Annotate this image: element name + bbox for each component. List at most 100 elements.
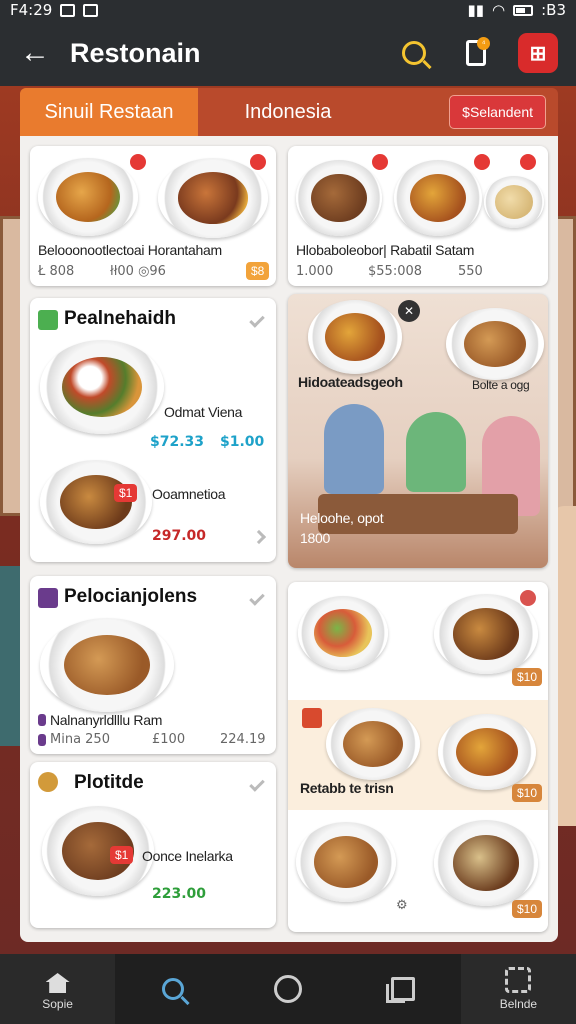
dish-price: 297.00 <box>152 528 207 544</box>
dish-image <box>298 596 388 670</box>
nav-search[interactable] <box>115 954 230 1024</box>
promo-illustration-card[interactable]: ✕ Hidoateadsgeoh Bolte a ogg Heloohe, op… <box>288 294 548 568</box>
illustration-caption: 1800 <box>300 530 330 546</box>
search-icon <box>402 41 426 65</box>
check-icon[interactable] <box>249 312 265 328</box>
signal-icon: ▮▮ <box>467 1 485 19</box>
dish-image <box>394 160 482 236</box>
status-time: F4:29 <box>10 1 53 19</box>
favorite-icon[interactable] <box>128 152 148 172</box>
notification-icon <box>60 3 76 17</box>
app-logo-icon: ⊞ <box>529 42 547 65</box>
dish-image <box>326 708 420 780</box>
app-menu-button[interactable]: ⊞ <box>518 33 558 73</box>
card-title: Belooonootlectoai Horantaham <box>38 242 222 258</box>
dish-name: Ooamnetioa <box>152 486 226 502</box>
battery-icon <box>513 4 534 16</box>
page-title: Restonain <box>70 37 201 68</box>
dish-meta: 224.19 <box>220 732 266 747</box>
dish-image <box>484 176 544 228</box>
person-illustration <box>324 404 384 494</box>
favorite-icon[interactable] <box>518 152 538 172</box>
promo-badge: $1 <box>114 484 138 502</box>
battery-text: :B3 <box>541 1 566 19</box>
dish-image <box>434 820 538 906</box>
check-icon[interactable] <box>249 776 265 792</box>
back-arrow-icon: ← <box>20 36 50 69</box>
close-icon[interactable]: ✕ <box>398 300 420 322</box>
filter-select-button[interactable]: $Selandent <box>449 95 546 129</box>
dish-price: 223.00 <box>152 886 207 902</box>
card-meta: 550 <box>458 264 483 279</box>
section-title: Pelocianjolens <box>64 586 198 607</box>
tab-strip: Sinuil Restaan Indonesia $Selandent <box>20 88 558 136</box>
nav-label: Belnde <box>499 997 538 1011</box>
price-tag: $10 <box>512 784 543 802</box>
section-icon <box>38 772 58 792</box>
phone-notification-button[interactable]: ⁴ <box>456 33 496 73</box>
bullet-icon <box>38 714 46 726</box>
person-illustration <box>406 412 466 492</box>
search-button[interactable] <box>394 33 434 73</box>
illustration-caption: Hidoateadsgeoh <box>298 374 403 390</box>
dish-name: Oonce Inelarka <box>142 848 233 864</box>
illustration-caption: Heloohe, opot <box>300 510 384 526</box>
favorite-icon[interactable] <box>248 152 268 172</box>
bottom-navigation: Sopie Belnde <box>0 954 576 1024</box>
dish-meta: £100 <box>152 732 186 747</box>
check-icon[interactable] <box>249 590 265 606</box>
dish-name: Nalnanyrldlllu Ram <box>50 712 163 728</box>
price-tag: $10 <box>512 668 543 686</box>
app-bar: ← Restonain ⁴ ⊞ <box>0 20 576 86</box>
nav-home[interactable]: Sopie <box>0 954 116 1024</box>
dish-image <box>40 340 164 434</box>
nav-chat[interactable] <box>230 954 345 1024</box>
restaurant-card[interactable]: Hlobaboleobor| Rabatil Satam 1.000 $55:0… <box>288 146 548 286</box>
favorite-icon[interactable] <box>370 152 390 172</box>
price-tag: $10 <box>512 900 543 918</box>
copy-icon <box>386 977 416 1003</box>
chevron-right-icon[interactable] <box>251 529 267 545</box>
favorite-icon[interactable] <box>472 152 492 172</box>
dish-meta: Mina 250 <box>50 732 110 747</box>
section-title: Plotitde <box>74 772 144 793</box>
section-title: Pealnehaidh <box>64 308 176 329</box>
dish-image <box>40 460 152 544</box>
dish-image <box>42 806 154 896</box>
nav-copy[interactable] <box>346 954 461 1024</box>
favorite-icon[interactable] <box>518 588 538 608</box>
dish-gallery-card[interactable]: $10 Retabb te trisn $10 ⚙ $10 <box>288 582 548 932</box>
tab-indonesia[interactable]: Indonesia <box>198 88 378 136</box>
back-button[interactable]: ← <box>0 20 70 86</box>
bullet-icon <box>38 734 46 746</box>
menu-section-card[interactable]: Pealnehaidh Odmat Viena $72.33 $1.00 $1 … <box>30 298 276 562</box>
restaurant-card[interactable]: Belooonootlectoai Horantaham Ł 808 łł00 … <box>30 146 276 286</box>
grid-icon <box>505 967 532 993</box>
dish-name: Retabb te trisn <box>300 780 394 796</box>
dish-image <box>308 300 402 374</box>
nav-more[interactable]: Belnde <box>460 954 576 1024</box>
section-icon <box>38 310 58 330</box>
home-icon <box>45 973 70 993</box>
card-meta: Ł 808 <box>38 264 75 279</box>
dish-image <box>296 160 382 236</box>
content-panel: Belooonootlectoai Horantaham Ł 808 łł00 … <box>20 136 558 942</box>
dish-image <box>446 308 544 380</box>
dish-price: $1.00 <box>220 434 265 450</box>
menu-section-card[interactable]: Pelocianjolens Nalnanyrldlllu Ram Mina 2… <box>30 576 276 754</box>
tab-sinuil-restaan[interactable]: Sinuil Restaan <box>20 88 198 136</box>
dish-price: $72.33 <box>150 434 205 450</box>
price-tag: $8 <box>246 262 270 280</box>
search-icon <box>161 978 184 1000</box>
top-bar: F4:29 ▮▮ ◠ :B3 ← Restonain ⁴ ⊞ <box>0 0 576 86</box>
section-icon <box>302 708 322 728</box>
settings-icon[interactable]: ⚙ <box>396 898 408 913</box>
dish-image <box>438 714 536 790</box>
menu-section-card[interactable]: Plotitde $1 Oonce Inelarka 223.00 <box>30 762 276 928</box>
illustration-caption: Bolte a ogg <box>472 378 530 392</box>
dish-image <box>296 822 396 902</box>
section-icon <box>38 588 58 608</box>
wifi-icon: ◠ <box>492 1 506 19</box>
dish-name: Odmat Viena <box>164 404 243 420</box>
card-meta: $55:008 <box>368 264 423 279</box>
